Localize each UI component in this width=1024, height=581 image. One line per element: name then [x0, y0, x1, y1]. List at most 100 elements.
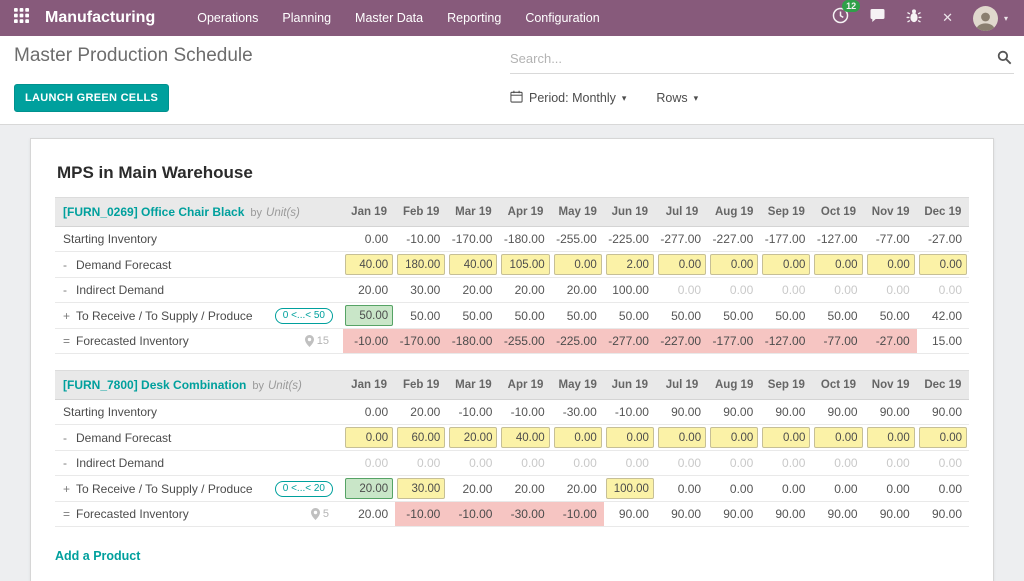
- demand-forecast-input[interactable]: [501, 427, 549, 448]
- value-cell: 90.00: [917, 400, 969, 425]
- editable-cell: [395, 252, 447, 278]
- demand-forecast-input[interactable]: [867, 254, 915, 275]
- demand-forecast-input[interactable]: [397, 427, 445, 448]
- demand-forecast-input[interactable]: [345, 427, 393, 448]
- value-cell: 0.00: [343, 451, 395, 476]
- demand-forecast-input[interactable]: [345, 254, 393, 275]
- demand-forecast-input[interactable]: [762, 254, 810, 275]
- rows-filter-button[interactable]: Rows ▾: [656, 91, 698, 105]
- add-product-link[interactable]: Add a Product: [55, 549, 140, 563]
- demand-forecast-input[interactable]: [710, 427, 758, 448]
- value-cell: 0.00: [343, 227, 395, 252]
- demand-forecast-input[interactable]: [449, 427, 497, 448]
- period-filter-button[interactable]: Period: Monthly ▾: [510, 90, 626, 106]
- debug-button[interactable]: [906, 8, 922, 29]
- calendar-icon: [510, 90, 523, 106]
- value-cell: 20.00: [552, 476, 604, 502]
- row-receive: +To Receive / To Supply / Produce0 <...<…: [55, 303, 969, 329]
- month-header: Nov 19: [865, 198, 917, 227]
- value-cell: -10.00: [604, 400, 656, 425]
- rows-filter-label: Rows: [656, 91, 687, 105]
- month-header: Apr 19: [499, 371, 551, 400]
- value-cell: 20.00: [499, 278, 551, 303]
- demand-forecast-input[interactable]: [919, 427, 967, 448]
- navbar-systray: 12 ✕: [832, 6, 1014, 31]
- chevron-down-icon: ▾: [1004, 14, 1008, 23]
- supply-quantity-input[interactable]: [606, 478, 654, 499]
- value-cell: 0.00: [656, 278, 708, 303]
- value-cell: -180.00: [447, 329, 499, 354]
- content-area: MPS in Main Warehouse [FURN_0269] Office…: [0, 125, 1024, 581]
- month-header: Jan 19: [343, 198, 395, 227]
- value-cell: 0.00: [708, 476, 760, 502]
- row-label: Forecasted Inventory: [76, 334, 189, 348]
- value-cell: 0.00: [812, 476, 864, 502]
- product-header-cell: [FURN_0269] Office Chair BlackbyUnit(s): [55, 198, 343, 227]
- search-icon[interactable]: [991, 50, 1014, 67]
- row-label: To Receive / To Supply / Produce: [76, 482, 253, 496]
- row-starting: Starting Inventory0.00-10.00-170.00-180.…: [55, 227, 969, 252]
- search-bar: [510, 45, 1014, 74]
- supply-range-badge: 0 <...< 20: [275, 481, 333, 497]
- value-cell: -177.00: [708, 329, 760, 354]
- product-header-row: [FURN_7800] Desk CombinationbyUnit(s)Jan…: [55, 371, 969, 400]
- apps-grid-icon: [14, 8, 29, 28]
- app-name[interactable]: Manufacturing: [45, 9, 155, 27]
- mps-product-table: [FURN_0269] Office Chair BlackbyUnit(s)J…: [55, 197, 969, 354]
- value-cell: 20.00: [343, 502, 395, 527]
- bug-icon: [906, 8, 922, 29]
- demand-forecast-input[interactable]: [554, 254, 602, 275]
- demand-forecast-input[interactable]: [658, 254, 706, 275]
- month-header: Jul 19: [656, 371, 708, 400]
- nav-menu-planning[interactable]: Planning: [270, 0, 343, 36]
- row-demand: -Demand Forecast: [55, 425, 969, 451]
- nav-menu-master-data[interactable]: Master Data: [343, 0, 435, 36]
- messages-button[interactable]: [869, 8, 886, 29]
- editable-cell: [343, 303, 395, 329]
- search-input[interactable]: [510, 51, 991, 66]
- demand-forecast-input[interactable]: [814, 254, 862, 275]
- demand-forecast-input[interactable]: [919, 254, 967, 275]
- editable-cell: [917, 252, 969, 278]
- editable-cell: [604, 425, 656, 451]
- editable-cell: [865, 425, 917, 451]
- value-cell: 90.00: [708, 400, 760, 425]
- demand-forecast-input[interactable]: [710, 254, 758, 275]
- value-cell: -277.00: [656, 227, 708, 252]
- close-debug-button[interactable]: ✕: [942, 10, 953, 26]
- demand-forecast-input[interactable]: [606, 427, 654, 448]
- row-forecast: =Forecasted Inventory520.00-10.00-10.00-…: [55, 502, 969, 527]
- user-menu[interactable]: ▾: [973, 6, 1008, 31]
- demand-forecast-input[interactable]: [867, 427, 915, 448]
- row-prefix: =: [63, 334, 76, 348]
- demand-forecast-input[interactable]: [814, 427, 862, 448]
- demand-forecast-input[interactable]: [658, 427, 706, 448]
- month-header: Mar 19: [447, 198, 499, 227]
- row-demand: -Demand Forecast: [55, 252, 969, 278]
- value-cell: 0.00: [917, 451, 969, 476]
- demand-forecast-input[interactable]: [501, 254, 549, 275]
- supply-quantity-input[interactable]: [397, 478, 445, 499]
- value-cell: -77.00: [865, 227, 917, 252]
- apps-menu-button[interactable]: [8, 8, 39, 28]
- nav-menu-reporting[interactable]: Reporting: [435, 0, 513, 36]
- value-cell: 0.00: [812, 278, 864, 303]
- month-header: Apr 19: [499, 198, 551, 227]
- value-cell: 90.00: [656, 502, 708, 527]
- launch-green-cells-button[interactable]: LAUNCH GREEN CELLS: [14, 84, 169, 112]
- product-link[interactable]: [FURN_7800] Desk Combination: [63, 378, 246, 392]
- value-cell: 50.00: [865, 303, 917, 329]
- demand-forecast-input[interactable]: [762, 427, 810, 448]
- activities-button[interactable]: 12: [832, 7, 849, 29]
- demand-forecast-input[interactable]: [606, 254, 654, 275]
- navbar-menu: OperationsPlanningMaster DataReportingCo…: [185, 0, 611, 36]
- demand-forecast-input[interactable]: [397, 254, 445, 275]
- demand-forecast-input[interactable]: [449, 254, 497, 275]
- month-header: Dec 19: [917, 371, 969, 400]
- nav-menu-operations[interactable]: Operations: [185, 0, 270, 36]
- product-link[interactable]: [FURN_0269] Office Chair Black: [63, 205, 244, 219]
- nav-menu-configuration[interactable]: Configuration: [513, 0, 611, 36]
- supply-quantity-input[interactable]: [345, 478, 393, 499]
- supply-quantity-input[interactable]: [345, 305, 393, 326]
- demand-forecast-input[interactable]: [554, 427, 602, 448]
